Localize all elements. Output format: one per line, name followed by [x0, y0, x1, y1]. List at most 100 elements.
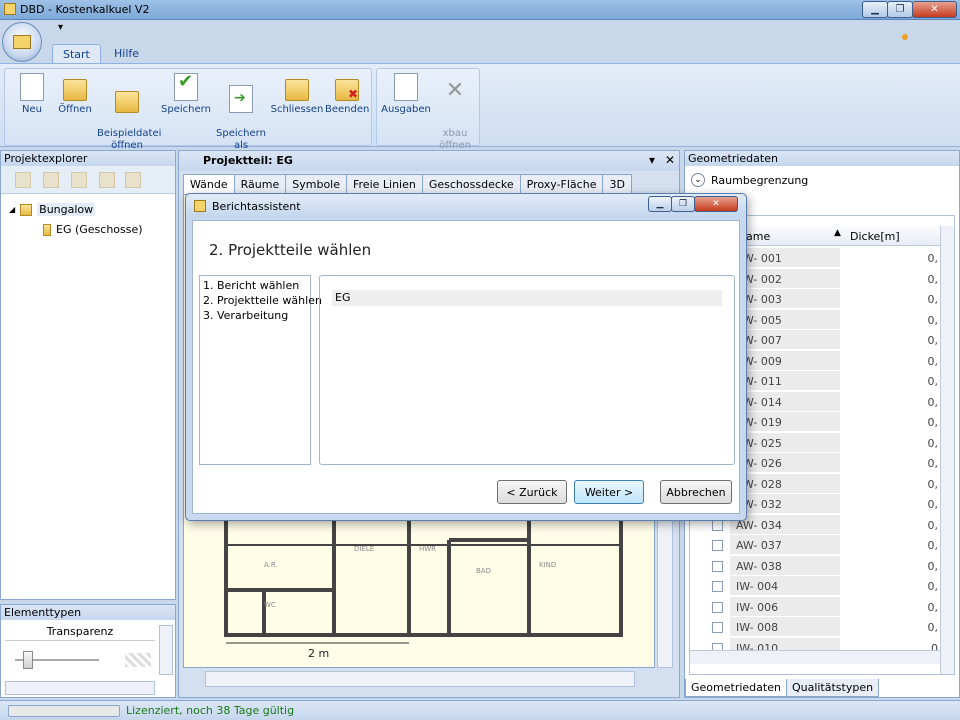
explorer-toolbar — [1, 166, 175, 194]
horizontal-scrollbar[interactable] — [5, 681, 155, 695]
tab-proxy-flaeche[interactable]: Proxy-Fläche — [519, 174, 604, 194]
wall-thickness: 0, — [840, 514, 942, 535]
dialog-heading: 2. Projektteile wählen — [209, 241, 372, 259]
sample-file-label: Beispieldatei öffnen — [97, 128, 162, 151]
back-button[interactable]: < Zurück — [497, 480, 567, 504]
step-3: 3. Verarbeitung — [203, 309, 289, 322]
minimize-button[interactable]: ▁ — [862, 1, 888, 18]
column-name[interactable]: ame — [746, 230, 770, 243]
wall-name: IW- 004 — [736, 580, 779, 593]
tree-item-bungalow[interactable]: ◢ Bungalow — [9, 203, 96, 216]
wall-thickness: 0, — [840, 371, 942, 391]
sample-folder-icon — [115, 91, 139, 113]
save-check-icon — [174, 73, 198, 101]
floor-icon — [43, 223, 51, 236]
exit-button[interactable]: Beenden — [325, 71, 369, 116]
table-row[interactable]: IW- 008 0, — [690, 617, 942, 637]
geometry-title: Geometriedaten — [685, 151, 959, 166]
save-button[interactable]: Speichern — [161, 71, 211, 116]
table-row[interactable]: IW- 004 0, — [690, 576, 942, 596]
row-checkbox[interactable] — [712, 560, 723, 572]
pin-dropdown-icon[interactable]: ▾ — [649, 153, 655, 167]
room-label: BAD — [476, 567, 491, 575]
cancel-button[interactable]: Abbrechen — [660, 480, 732, 504]
horizontal-scrollbar[interactable] — [690, 650, 940, 664]
toolbar-icon[interactable] — [99, 172, 115, 188]
wall-thickness: 0, — [840, 432, 942, 453]
row-checkbox[interactable] — [712, 540, 723, 551]
next-button[interactable]: Weiter > — [574, 480, 644, 504]
row-checkbox[interactable] — [712, 601, 723, 613]
tab-3d[interactable]: 3D — [602, 174, 632, 194]
close-doc-button[interactable]: Schliessen — [269, 71, 325, 116]
toolbar-icon[interactable] — [71, 172, 87, 188]
expand-icon[interactable]: ◢ — [9, 205, 15, 214]
close-doc-label: Schliessen — [270, 104, 324, 115]
table-row[interactable]: IW- 006 0, — [690, 596, 942, 617]
explorer-title: Projektexplorer — [1, 151, 175, 166]
document-title: Projektteil: EG — [203, 154, 293, 167]
close-document-icon[interactable]: ✕ — [665, 153, 675, 167]
dialog-titlebar: Berichtassistent ▁ ❐ ✕ — [186, 194, 746, 218]
wall-name: AW- 038 — [736, 559, 782, 573]
xbau-icon: ✕ — [445, 78, 465, 103]
outputs-button[interactable]: Ausgaben — [381, 71, 431, 116]
tab-symbole[interactable]: Symbole — [285, 174, 347, 194]
toolbar-icon[interactable] — [15, 172, 31, 188]
list-item[interactable]: EG — [332, 290, 722, 306]
dialog-maximize-button[interactable]: ❐ — [671, 196, 695, 212]
room-label: KIND — [539, 561, 556, 569]
transparency-slider-thumb[interactable] — [23, 651, 33, 669]
save-as-button[interactable]: Speichern als — [215, 71, 267, 152]
save-label: Speichern — [161, 104, 211, 115]
row-checkbox[interactable] — [712, 622, 723, 633]
tree-item-eg[interactable]: EG (Geschosse) — [43, 223, 143, 236]
exit-label: Beenden — [325, 104, 370, 115]
status-bar: Lizenziert, noch 38 Tage gültig — [0, 700, 960, 720]
close-button[interactable]: ✕ — [912, 1, 957, 18]
outputs-label: Ausgaben — [381, 104, 431, 115]
tab-geometriedaten[interactable]: Geometriedaten — [685, 679, 787, 697]
tab-waende[interactable]: Wände — [183, 174, 235, 194]
tab-geschossdecke[interactable]: Geschossdecke — [421, 174, 521, 194]
transparency-header: Transparenz — [5, 625, 155, 641]
window-title: DBD - Kostenkalkuel V2 — [20, 3, 150, 16]
open-label: Öffnen — [58, 104, 92, 115]
tab-raeume[interactable]: Räume — [233, 174, 287, 194]
wall-thickness: 0, — [840, 289, 942, 309]
chevron-down-icon[interactable]: ⌄ — [691, 173, 705, 187]
new-doc-icon — [20, 73, 44, 101]
dialog-minimize-button[interactable]: ▁ — [648, 196, 672, 212]
tab-start[interactable]: Start — [52, 44, 101, 64]
sample-file-button[interactable]: Beispieldatei öffnen — [97, 71, 161, 152]
vertical-scrollbar[interactable] — [159, 625, 173, 675]
section-raumbegrenzung[interactable]: ⌄ Raumbegrenzung — [691, 173, 808, 187]
preview-icon — [125, 653, 151, 667]
progress-bar — [8, 705, 120, 717]
toolbar-icon[interactable] — [125, 172, 141, 188]
table-row[interactable]: AW- 038 0, — [690, 555, 942, 576]
table-row[interactable]: AW- 037 0, — [690, 535, 942, 555]
wall-thickness: 0, — [840, 596, 942, 617]
ribbon-indicator-icon — [902, 34, 908, 40]
vertical-scrollbar[interactable] — [940, 226, 954, 674]
wall-thickness: 0, — [840, 576, 942, 596]
document-tabs: Wände Räume Symbole Freie Linien Geschos… — [183, 174, 632, 194]
column-thickness[interactable]: Dicke[m] — [850, 230, 900, 243]
open-button[interactable]: Öffnen — [53, 71, 97, 116]
xbau-button[interactable]: ✕ xbau öffnen — [433, 71, 477, 152]
horizontal-scrollbar[interactable] — [205, 671, 635, 687]
maximize-button[interactable]: ❐ — [887, 1, 913, 18]
wall-thickness: 0, — [840, 391, 942, 412]
row-checkbox[interactable] — [712, 519, 723, 531]
new-button[interactable]: Neu — [13, 71, 51, 116]
toolbar-icon[interactable] — [43, 172, 59, 188]
tab-qualitaetstypen[interactable]: Qualitätstypen — [785, 679, 880, 697]
wall-name: IW- 008 — [736, 621, 779, 634]
license-status: Lizenziert, noch 38 Tage gültig — [126, 704, 295, 717]
tab-hilfe[interactable]: Hilfe — [104, 44, 149, 64]
row-checkbox[interactable] — [712, 581, 723, 592]
tab-freie-linien[interactable]: Freie Linien — [346, 174, 423, 194]
quick-access-dropdown[interactable]: ▾ — [58, 22, 63, 33]
dialog-close-button[interactable]: ✕ — [694, 196, 738, 212]
